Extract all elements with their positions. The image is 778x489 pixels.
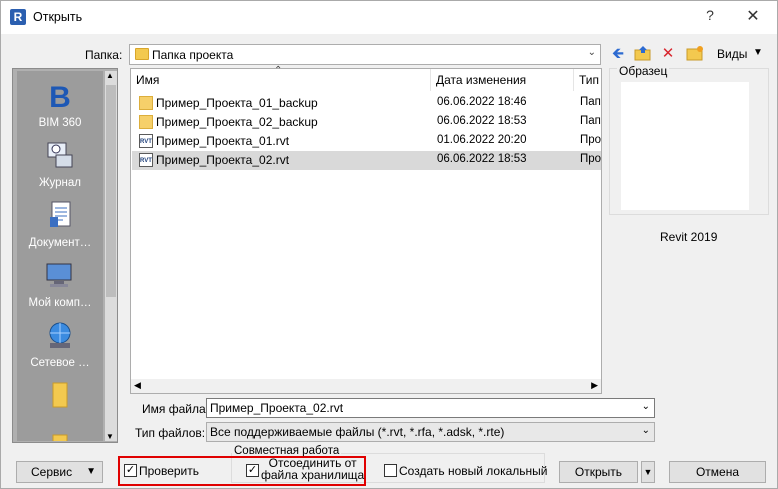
detach-label[interactable]: Отсоединить от файла хранилища [261, 457, 364, 481]
folder-icon [44, 379, 76, 411]
dialog-title: Открыть [33, 10, 83, 24]
file-type-label: Тип файлов: [135, 426, 206, 440]
new-folder-icon[interactable] [685, 45, 705, 63]
file-name: Пример_Проекта_02_backup [156, 115, 318, 129]
place-network[interactable]: Сетевое … [17, 319, 103, 369]
file-name: Пример_Проекта_02.rvt [156, 153, 290, 167]
revit-app-icon: R [10, 9, 26, 25]
chevron-down-icon: ⌄ [641, 425, 650, 436]
documents-icon [44, 199, 76, 231]
title-bar: R Открыть ? ✕ [1, 1, 777, 34]
up-folder-icon[interactable] [633, 45, 653, 63]
file-type: Про [580, 153, 602, 165]
network-icon [44, 319, 76, 351]
open-dialog: R Открыть ? ✕ Папка: Папка проекта ⌄ 🡸 ✕… [0, 0, 778, 489]
place-label: Мой комп… [28, 297, 92, 309]
verify-checkbox[interactable]: ✓ [124, 464, 137, 477]
revit-version: Revit 2019 [660, 230, 718, 244]
file-name: Пример_Проекта_01_backup [156, 96, 318, 110]
open-dropdown-button[interactable]: ▼ [641, 461, 655, 483]
folder-icon [135, 48, 149, 60]
file-date: 06.06.2022 18:53 [437, 153, 527, 165]
place-label: Сетевое … [30, 357, 90, 369]
file-date: 01.06.2022 20:20 [437, 134, 527, 146]
file-list[interactable]: ⌃ Имя Дата изменения Тип Пример_Проекта_… [130, 65, 603, 394]
verify-label[interactable]: Проверить [139, 464, 199, 478]
create-local-label[interactable]: Создать новый локальный [399, 464, 547, 478]
folder-label: Папка: [85, 48, 123, 62]
file-type-value: Все поддерживаемые файлы (*.rvt, *.rfa, … [210, 425, 505, 439]
file-date: 06.06.2022 18:46 [437, 96, 527, 108]
help-button[interactable]: ? [698, 7, 722, 27]
scroll-up-icon[interactable]: ▲ [106, 71, 114, 80]
chevron-down-icon[interactable]: ⌄ [642, 401, 650, 412]
detach-checkbox[interactable]: ✓ [246, 464, 259, 477]
column-header-date[interactable]: Дата изменения [431, 69, 574, 91]
history-icon [44, 139, 76, 171]
file-date: 06.06.2022 18:53 [437, 115, 527, 127]
folder-icon [139, 96, 153, 110]
scroll-thumb[interactable] [106, 85, 116, 297]
file-type: Пап [580, 115, 601, 127]
file-name-label: Имя файла: [142, 402, 209, 416]
folder-icon [139, 115, 153, 129]
places-scrollbar[interactable]: ▲ ▼ [105, 71, 117, 441]
open-button[interactable]: Открыть [559, 461, 638, 483]
computer-icon [44, 259, 76, 291]
folder-combobox[interactable]: Папка проекта ⌄ [129, 44, 601, 65]
file-type: Пап [580, 96, 601, 108]
cancel-button[interactable]: Отмена [669, 461, 766, 483]
delete-icon[interactable]: ✕ [658, 45, 678, 63]
detach-label-line2: файла хранилища [261, 468, 365, 482]
file-name: Пример_Проекта_01.rvt [156, 134, 290, 148]
folder-icon [44, 431, 76, 441]
column-header-name[interactable]: Имя [131, 69, 431, 91]
place-computer[interactable]: Мой комп… [17, 259, 103, 309]
places-bar: B BIM 360 Журнал Документ… Мой комп… Сет… [12, 68, 118, 443]
place-bim360[interactable]: B BIM 360 [17, 79, 103, 129]
preview-image [621, 82, 749, 210]
file-row[interactable]: Пример_Проекта_01_backup 06.06.2022 18:4… [132, 94, 601, 113]
current-folder: Папка проекта [152, 48, 234, 62]
bim360-icon: B [44, 79, 76, 114]
back-icon[interactable]: 🡸 [608, 45, 628, 63]
dropdown-arrow-icon: ▼ [86, 466, 96, 477]
place-history[interactable]: Журнал [17, 139, 103, 189]
place-label: Документ… [28, 237, 92, 249]
scroll-right-icon[interactable]: ▶ [591, 380, 598, 391]
file-type: Про [580, 134, 602, 146]
preview-label: Образец [617, 64, 670, 78]
file-name-combobox[interactable]: ⌄ [206, 398, 655, 418]
place-label: BIM 360 [38, 117, 82, 129]
create-local-checkbox[interactable] [384, 464, 397, 477]
horizontal-scrollbar[interactable]: ◀ ▶ [131, 379, 601, 393]
rvt-file-icon: RVT [139, 134, 153, 148]
scroll-down-icon[interactable]: ▼ [106, 432, 114, 441]
file-row-selected[interactable]: RVT Пример_Проекта_02.rvt 06.06.2022 18:… [132, 151, 601, 170]
svg-text:B: B [49, 81, 71, 111]
service-label: Сервис [31, 465, 73, 479]
place-folder[interactable] [17, 379, 103, 411]
views-dropdown-icon[interactable]: ▼ [753, 47, 763, 58]
column-header-type[interactable]: Тип [574, 69, 603, 91]
scroll-left-icon[interactable]: ◀ [134, 380, 141, 391]
place-documents[interactable]: Документ… [17, 199, 103, 249]
service-button[interactable]: Сервис ▼ [16, 461, 103, 483]
place-folder[interactable] [17, 431, 103, 441]
file-type-select[interactable]: Все поддерживаемые файлы (*.rvt, *.rfa, … [206, 422, 655, 442]
file-row[interactable]: Пример_Проекта_02_backup 06.06.2022 18:5… [132, 113, 601, 132]
views-button[interactable]: Виды [717, 47, 747, 61]
place-label: Журнал [39, 177, 81, 189]
file-name-input[interactable] [207, 399, 627, 417]
chevron-down-icon: ⌄ [587, 47, 596, 58]
file-row[interactable]: RVT Пример_Проекта_01.rvt 01.06.2022 20:… [132, 132, 601, 151]
rvt-file-icon: RVT [139, 153, 153, 167]
close-button[interactable]: ✕ [739, 5, 767, 29]
